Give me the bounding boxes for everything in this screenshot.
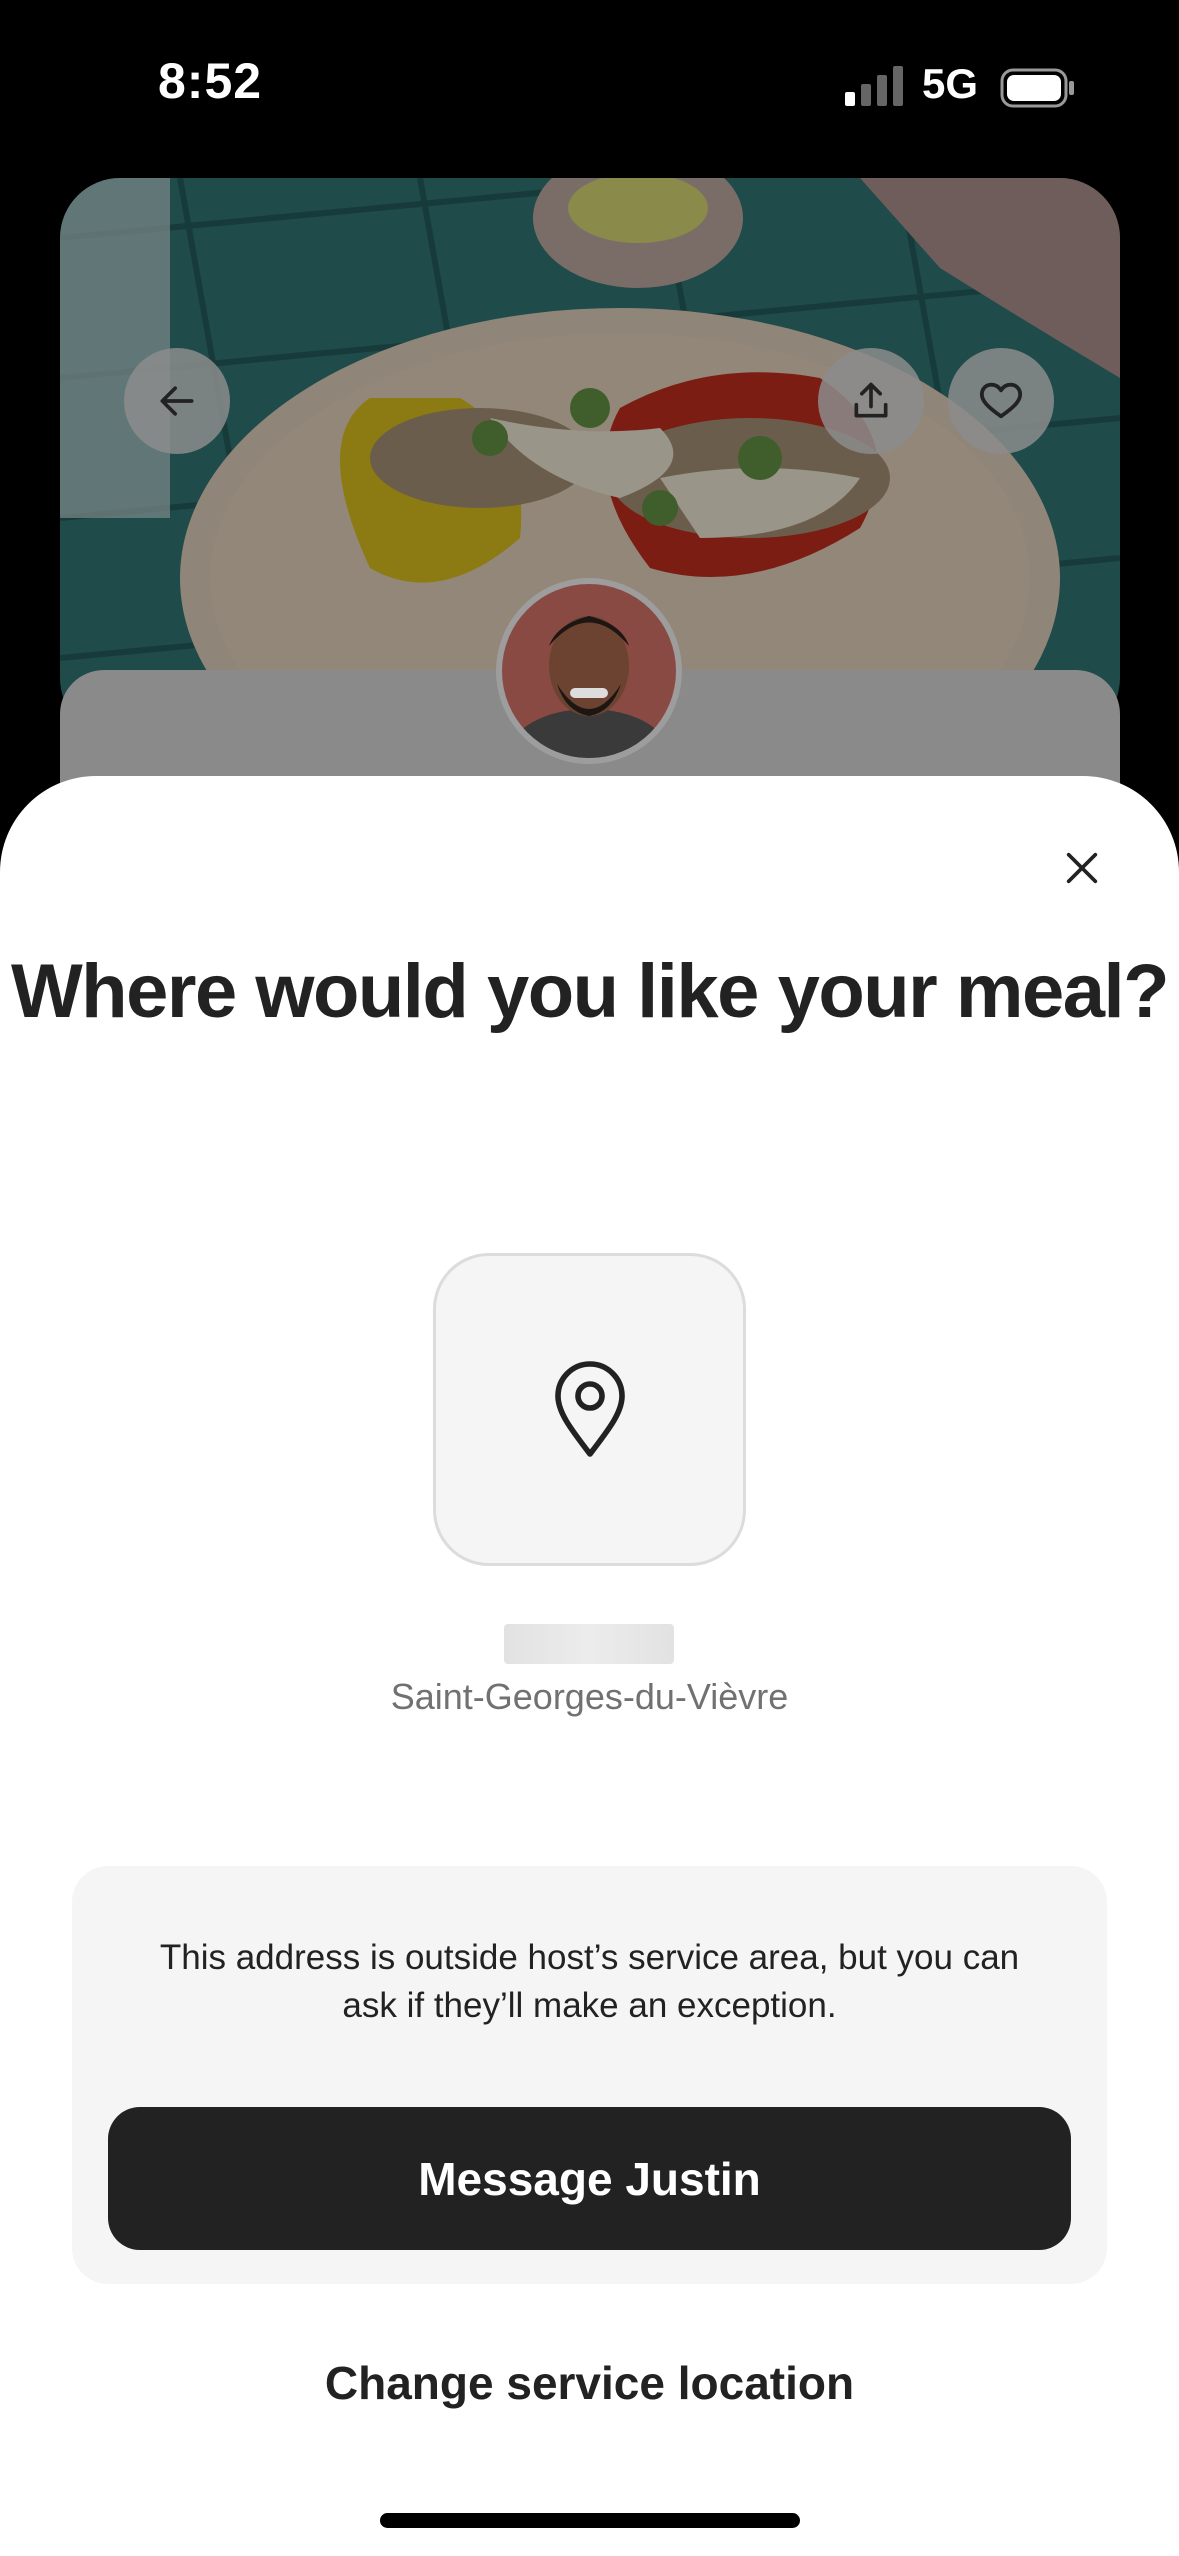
heart-icon	[979, 382, 1023, 419]
favorite-button[interactable]	[948, 348, 1054, 454]
status-bar: 8:52 5G	[0, 0, 1179, 170]
close-button[interactable]	[1050, 836, 1114, 900]
sheet-title: Where would you like your meal?	[10, 949, 1170, 1034]
network-type: 5G	[922, 60, 979, 107]
service-area-notice-text: This address is outside host’s service a…	[159, 1938, 1020, 2025]
close-icon	[1066, 852, 1098, 884]
home-indicator	[380, 2513, 800, 2528]
screen: 8:52 5G Where would you like your meal? …	[0, 0, 1179, 2556]
battery-icon	[1000, 68, 1074, 108]
message-host-button[interactable]: Message Justin	[108, 2107, 1071, 2250]
host-avatar	[496, 578, 682, 764]
redacted-address-line	[504, 1624, 674, 1664]
location-sheet	[0, 776, 1179, 2556]
location-pin-tile	[433, 1253, 746, 1566]
share-icon	[854, 382, 888, 418]
share-button[interactable]	[818, 348, 924, 454]
map-pin-icon	[554, 1360, 625, 1457]
change-service-location-link[interactable]: Change service location	[0, 2356, 1179, 2410]
address-city: Saint-Georges-du-Vièvre	[390, 1676, 789, 1717]
back-button[interactable]	[124, 348, 230, 454]
status-time: 8:52	[158, 53, 263, 109]
back-arrow-icon	[160, 386, 194, 416]
signal-icon	[845, 66, 903, 106]
